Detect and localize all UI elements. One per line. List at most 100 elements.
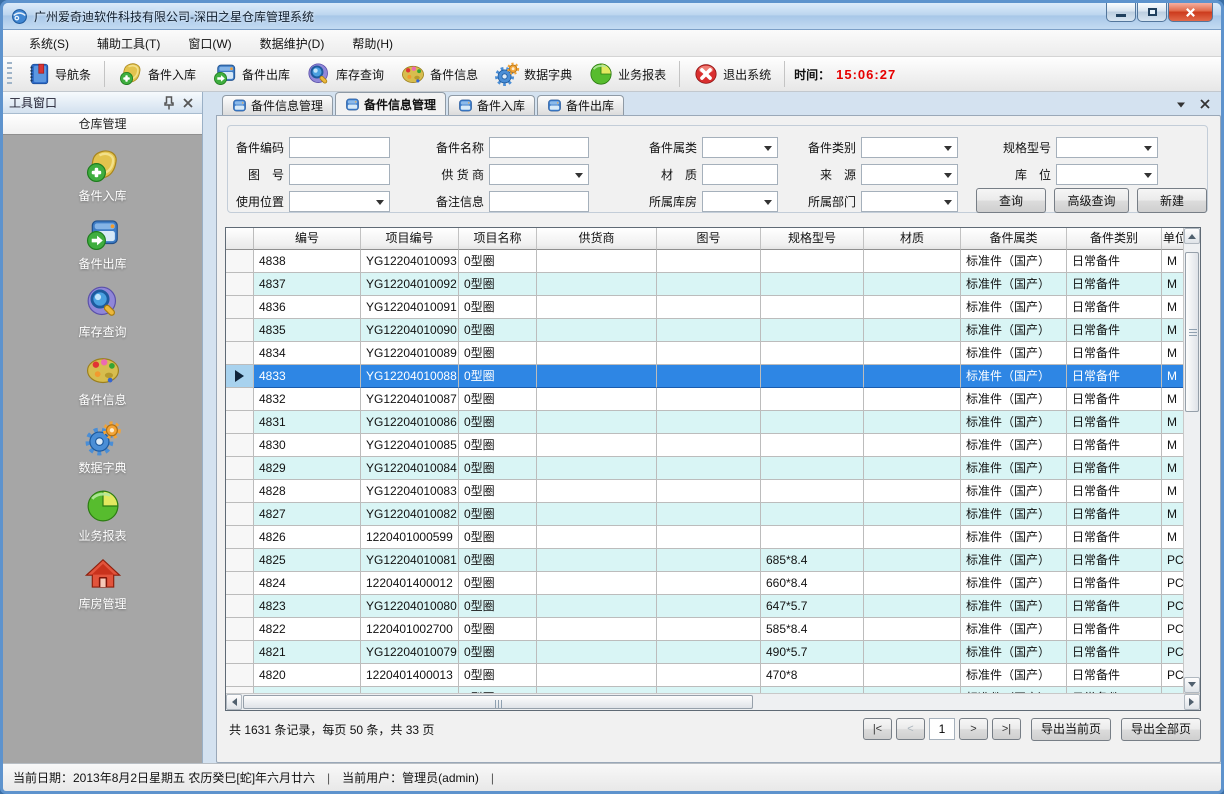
table-row[interactable]: 4838YG122040100930型圈标准件（国产）日常备件M — [226, 250, 1185, 273]
pin-icon[interactable] — [161, 95, 177, 111]
table-row[interactable]: 4823YG122040100800型圈647*5.7标准件（国产）日常备件PC — [226, 595, 1185, 618]
part-category-select[interactable] — [861, 137, 958, 158]
column-header-1[interactable]: 项目编号 — [361, 228, 459, 250]
table-row[interactable]: 4825YG122040100810型圈685*8.4标准件（国产）日常备件PC — [226, 549, 1185, 572]
vertical-scrollbar[interactable] — [1183, 228, 1200, 693]
horizontal-scroll-thumb[interactable] — [243, 695, 753, 709]
row-selector-cell[interactable] — [226, 434, 254, 457]
parts-info-button[interactable]: 备件信息 — [392, 59, 486, 89]
table-row[interactable]: 482212204010027000型圈585*8.4标准件（国产）日常备件PC — [226, 618, 1185, 641]
row-selector-cell[interactable] — [226, 319, 254, 342]
table-row[interactable]: 4831YG122040100860型圈标准件（国产）日常备件M — [226, 411, 1185, 434]
row-selector-cell[interactable] — [226, 388, 254, 411]
column-header-8[interactable]: 备件类别 — [1067, 228, 1162, 250]
table-row[interactable]: 482012204014000130型圈470*8标准件（国产）日常备件PC — [226, 664, 1185, 687]
column-header-9[interactable]: 单位 — [1162, 228, 1185, 250]
title-bar[interactable]: 广州爱奇迪软件科技有限公司-深田之星仓库管理系统 — [3, 3, 1221, 30]
table-row[interactable]: 4837YG122040100920型圈标准件（国产）日常备件M — [226, 273, 1185, 296]
new-button[interactable]: 新建 — [1137, 188, 1207, 213]
row-selector-cell[interactable] — [226, 641, 254, 664]
scroll-left-button[interactable] — [226, 694, 242, 710]
close-panel-icon[interactable] — [180, 95, 196, 111]
chevron-down-icon[interactable] — [1173, 96, 1189, 112]
column-header-5[interactable]: 规格型号 — [761, 228, 864, 250]
row-selector-cell[interactable] — [226, 273, 254, 296]
part-name-input[interactable] — [489, 137, 589, 158]
table-row[interactable]: 482612204010005990型圈标准件（国产）日常备件M — [226, 526, 1185, 549]
sidebar-item-parts-in[interactable]: 备件入库 — [3, 147, 202, 215]
menu-item[interactable]: 窗口(W) — [178, 31, 241, 56]
maximize-button[interactable] — [1137, 3, 1167, 22]
close-tab-icon[interactable] — [1197, 96, 1213, 112]
sidebar-item-parts-info[interactable]: 备件信息 — [3, 351, 202, 419]
advanced-query-button[interactable]: 高级查询 — [1054, 188, 1129, 213]
stock-query-button[interactable]: 库存查询 — [298, 59, 392, 89]
menu-item[interactable]: 辅助工具(T) — [87, 31, 170, 56]
remark-input[interactable] — [489, 191, 589, 212]
table-row[interactable]: 482412204014000120型圈660*8.4标准件（国产）日常备件PC — [226, 572, 1185, 595]
prev-page-button[interactable]: < — [896, 718, 925, 740]
table-row[interactable]: 4832YG122040100870型圈标准件（国产）日常备件M — [226, 388, 1185, 411]
row-selector-cell[interactable] — [226, 411, 254, 434]
sidebar-item-stock-query[interactable]: 库存查询 — [3, 283, 202, 351]
close-button[interactable] — [1168, 3, 1213, 22]
parts-in-button[interactable]: 备件入库 — [110, 59, 204, 89]
vertical-scroll-thumb[interactable] — [1185, 252, 1199, 412]
row-selector-cell[interactable] — [226, 457, 254, 480]
row-selector-cell[interactable] — [226, 664, 254, 687]
spec-model-select[interactable] — [1056, 137, 1158, 158]
tab-1-active[interactable]: 备件信息管理 — [335, 92, 446, 115]
table-row[interactable]: 4829YG122040100840型圈标准件（国产）日常备件M — [226, 457, 1185, 480]
tab-0[interactable]: 备件信息管理 — [222, 95, 333, 115]
row-selector-cell[interactable] — [226, 296, 254, 319]
row-selector-cell[interactable] — [226, 250, 254, 273]
data-dict-button[interactable]: 数据字典 — [486, 59, 580, 89]
row-selector-cell[interactable] — [226, 595, 254, 618]
next-page-button[interactable]: > — [959, 718, 988, 740]
table-row[interactable]: 4830YG122040100850型圈标准件（国产）日常备件M — [226, 434, 1185, 457]
page-number-input[interactable] — [929, 718, 955, 740]
table-row[interactable]: 4827YG122040100820型圈标准件（国产）日常备件M — [226, 503, 1185, 526]
minimize-button[interactable] — [1106, 3, 1136, 22]
scroll-up-button[interactable] — [1184, 228, 1200, 244]
export-all-pages-button[interactable]: 导出全部页 — [1121, 718, 1201, 741]
row-selector-cell[interactable] — [226, 503, 254, 526]
report-button[interactable]: 业务报表 — [580, 59, 674, 89]
horizontal-scrollbar[interactable] — [226, 693, 1200, 710]
row-selector-cell[interactable] — [226, 342, 254, 365]
part-genus-select[interactable] — [702, 137, 778, 158]
row-selector-cell[interactable] — [226, 618, 254, 641]
table-row[interactable]: 4834YG122040100890型圈标准件（国产）日常备件M — [226, 342, 1185, 365]
row-selector-cell[interactable] — [226, 365, 254, 388]
column-header-6[interactable]: 材质 — [864, 228, 961, 250]
column-header-7[interactable]: 备件属类 — [961, 228, 1067, 250]
tab-2[interactable]: 备件入库 — [448, 95, 535, 115]
first-page-button[interactable]: |< — [863, 718, 892, 740]
use-position-select[interactable] — [289, 191, 390, 212]
sidebar-section-warehouse[interactable]: 仓库管理 — [3, 114, 202, 135]
row-selector-cell[interactable] — [226, 549, 254, 572]
sidebar-item-warehouse[interactable]: 库房管理 — [3, 555, 202, 623]
menu-item[interactable]: 系统(S) — [19, 31, 79, 56]
sidebar-item-report[interactable]: 业务报表 — [3, 487, 202, 555]
warehouse-select[interactable] — [702, 191, 778, 212]
query-button[interactable]: 查询 — [976, 188, 1046, 213]
supplier-select[interactable] — [489, 164, 589, 185]
table-row[interactable]: 4836YG122040100910型圈标准件（国产）日常备件M — [226, 296, 1185, 319]
row-selector-cell[interactable] — [226, 572, 254, 595]
scroll-down-button[interactable] — [1184, 677, 1200, 693]
scroll-right-button[interactable] — [1184, 694, 1200, 710]
row-selector-cell[interactable] — [226, 526, 254, 549]
parts-out-button[interactable]: 备件出库 — [204, 59, 298, 89]
toolbar-grip[interactable] — [7, 62, 12, 86]
sidebar-item-data-dict[interactable]: 数据字典 — [3, 419, 202, 487]
table-row[interactable]: 4828YG122040100830型圈标准件（国产）日常备件M — [226, 480, 1185, 503]
export-current-page-button[interactable]: 导出当前页 — [1031, 718, 1111, 741]
bin-location-select[interactable] — [1056, 164, 1158, 185]
source-select[interactable] — [861, 164, 958, 185]
drawing-no-input[interactable] — [289, 164, 390, 185]
navigator-button[interactable]: 导航条 — [17, 59, 99, 89]
menu-item[interactable]: 帮助(H) — [342, 31, 403, 56]
part-code-input[interactable] — [289, 137, 390, 158]
department-select[interactable] — [861, 191, 958, 212]
